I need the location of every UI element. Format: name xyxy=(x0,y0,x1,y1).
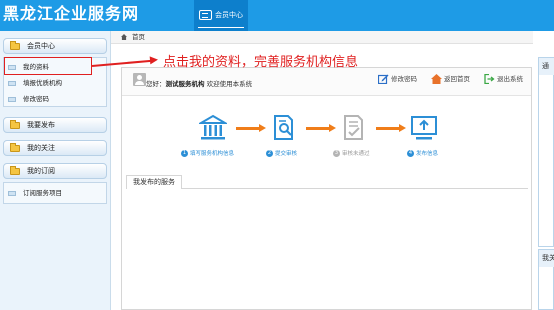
sidebar-section-member-center[interactable]: 会员中心 xyxy=(3,38,107,54)
sidebar-section-publish[interactable]: 我要发布 xyxy=(3,117,107,133)
edit-icon xyxy=(378,74,389,84)
step-number: 1 xyxy=(181,150,188,157)
sidebar-item-label: 订阅服务项目 xyxy=(23,189,62,197)
tab-my-published-services[interactable]: 我发布的服务 xyxy=(126,175,182,189)
member-center-tab[interactable]: 会员中心 xyxy=(194,0,248,31)
greeting-prefix: 您好： xyxy=(146,80,166,88)
step-number: 3 xyxy=(333,150,340,157)
home-icon xyxy=(431,74,442,84)
sidebar-item-label: 填报优质机构 xyxy=(23,79,62,87)
logout-label: 退出系统 xyxy=(497,75,523,83)
sidebar-item-quality-agency[interactable]: 填报优质机构 xyxy=(5,78,105,89)
tab-underline xyxy=(198,27,244,28)
institution-icon xyxy=(199,114,227,140)
step-text: 发布信息 xyxy=(416,151,439,157)
tab-bar: 我发布的服务 xyxy=(126,175,528,189)
process-steps: 1 填写服务机构信息 2 提交审核 3 审核未通过 4 发布信息 xyxy=(122,108,531,164)
step-number: 2 xyxy=(266,150,273,157)
sidebar-section-label: 我要发布 xyxy=(27,121,55,129)
member-card-icon xyxy=(199,10,212,20)
step-arrow xyxy=(236,124,266,132)
highlight-box xyxy=(4,57,92,75)
avatar-icon xyxy=(133,73,146,86)
change-password-label: 修改密码 xyxy=(391,75,417,83)
folder-icon xyxy=(10,166,20,175)
site-brand[interactable]: 黑龙江企业服务网 xyxy=(3,4,139,24)
upload-monitor-icon xyxy=(411,116,437,140)
sidebar-item-subscribe-services[interactable]: 订阅服务项目 xyxy=(5,188,105,199)
sidebar-section-label: 我的关注 xyxy=(27,144,55,152)
member-center-tab-label: 会员中心 xyxy=(215,11,243,19)
step-3-label: 3 审核未通过 xyxy=(333,150,370,158)
folder-icon xyxy=(10,143,20,152)
top-header: 黑龙江企业服务网 会员中心 xyxy=(0,0,554,31)
item-icon xyxy=(8,97,16,102)
logout-icon xyxy=(484,74,495,84)
annotation-text: 点击我的资料，完善服务机构信息 xyxy=(163,55,359,70)
right-panel-notice: 通 xyxy=(538,57,554,247)
step-2-label: 2 提交审核 xyxy=(266,150,297,158)
right-panel-header: 我关 xyxy=(539,250,554,267)
item-icon xyxy=(8,81,16,86)
return-home-link[interactable]: 返回首页 xyxy=(431,74,475,84)
step-text: 填写服务机构信息 xyxy=(190,151,235,157)
step-text: 审核未通过 xyxy=(342,151,370,157)
step-text: 提交审核 xyxy=(275,151,298,157)
welcome-text: 您好：测试服务机构 欢迎使用本系统 xyxy=(146,80,252,89)
step-4-label: 4 发布信息 xyxy=(407,150,438,158)
logout-link[interactable]: 退出系统 xyxy=(484,74,528,84)
item-icon xyxy=(8,191,16,196)
annotation-arrow-head xyxy=(149,55,159,65)
org-name: 测试服务机构 xyxy=(165,80,205,88)
sidebar-section-label: 会员中心 xyxy=(27,42,55,50)
sidebar-section-follow[interactable]: 我的关注 xyxy=(3,140,107,156)
step-arrow xyxy=(376,124,406,132)
right-panel-header: 通 xyxy=(539,58,554,75)
welcome-bar: 您好：测试服务机构 欢迎使用本系统 修改密码 返回首页 退出系统 xyxy=(122,68,531,96)
return-home-label: 返回首页 xyxy=(444,75,470,83)
breadcrumb-home-link[interactable]: 首页 xyxy=(132,33,145,42)
sidebar-section-label: 我的订阅 xyxy=(27,167,55,175)
home-icon xyxy=(121,34,127,40)
change-password-link[interactable]: 修改密码 xyxy=(378,74,422,84)
step-arrow xyxy=(306,124,336,132)
sidebar-item-label: 修改密码 xyxy=(23,95,49,103)
document-check-icon xyxy=(344,115,363,140)
right-panel-follow: 我关 xyxy=(538,249,554,310)
document-search-icon xyxy=(274,115,293,140)
greeting-suffix: 欢迎使用本系统 xyxy=(206,80,253,88)
folder-icon xyxy=(10,120,20,129)
step-number: 4 xyxy=(407,150,414,157)
sidebar-section-subscribe[interactable]: 我的订阅 xyxy=(3,163,107,179)
breadcrumb: 首页 xyxy=(111,31,533,44)
sidebar-item-change-password[interactable]: 修改密码 xyxy=(5,94,105,105)
main-panel: 您好：测试服务机构 欢迎使用本系统 修改密码 返回首页 退出系统 1 填写服务机… xyxy=(121,67,532,310)
folder-icon xyxy=(10,41,20,50)
step-1-label: 1 填写服务机构信息 xyxy=(181,150,234,158)
